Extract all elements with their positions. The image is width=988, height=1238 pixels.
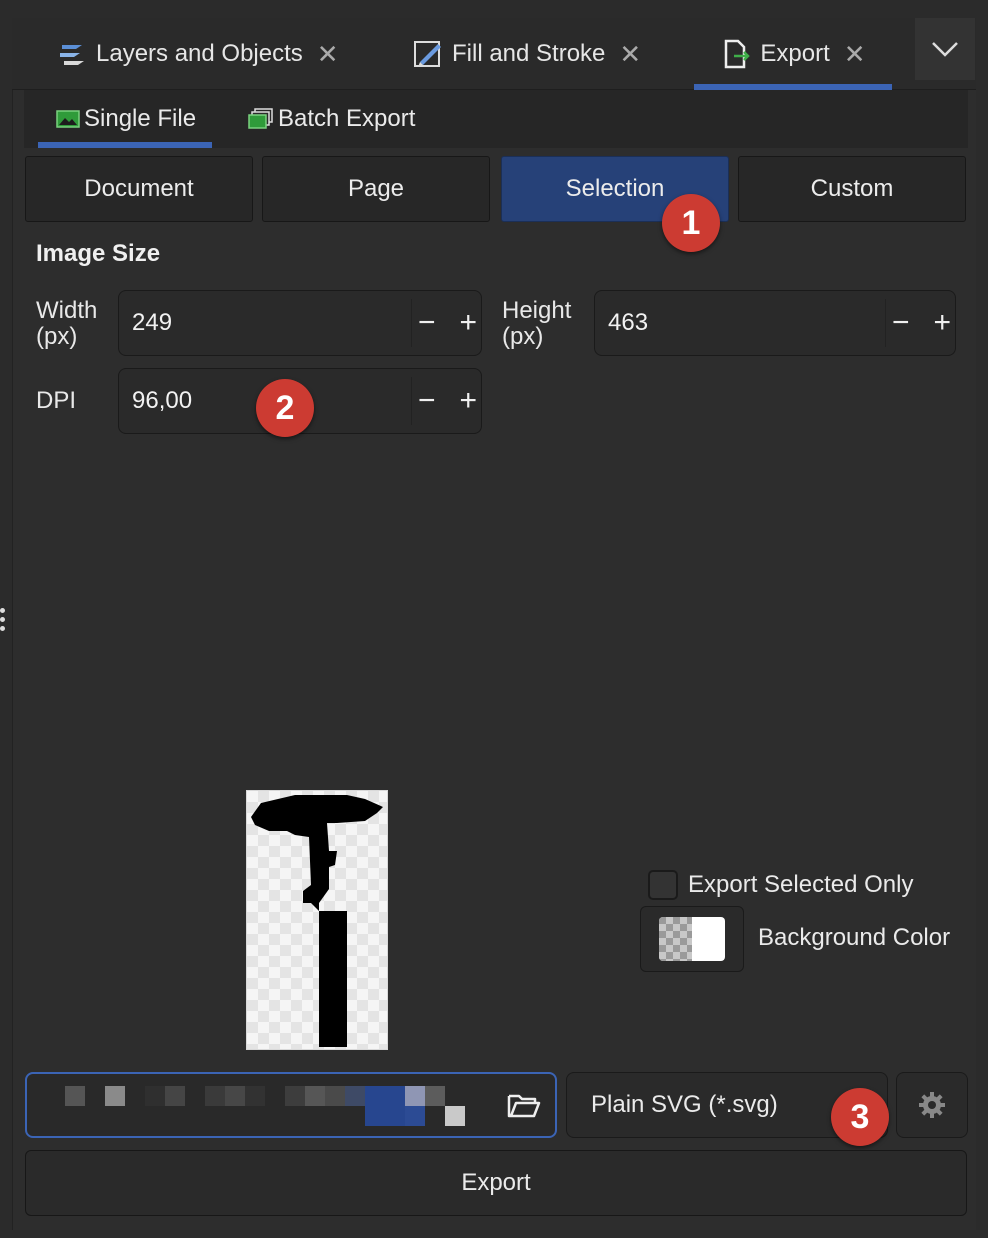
format-settings-button[interactable] — [896, 1072, 968, 1138]
export-selected-only-option[interactable]: Export Selected Only — [648, 870, 913, 900]
dpi-value: 96,00 — [132, 387, 193, 414]
close-icon[interactable]: ✕ — [317, 39, 339, 70]
folder-open-icon[interactable] — [507, 1090, 541, 1120]
tab-export[interactable]: Export ✕ — [694, 18, 892, 90]
minus-icon[interactable]: − — [892, 308, 910, 338]
batch-export-icon — [248, 108, 273, 129]
callout-badge-1: 1 — [662, 194, 720, 252]
tab-label: Layers and Objects — [96, 40, 303, 67]
callout-badge-3: 3 — [831, 1088, 889, 1146]
mode-document-button[interactable]: Document — [25, 156, 253, 222]
subtab-label: Batch Export — [278, 105, 416, 132]
layers-icon — [56, 38, 88, 70]
mode-page-button[interactable]: Page — [262, 156, 490, 222]
width-stepper: − + — [411, 299, 477, 347]
export-selected-only-label: Export Selected Only — [688, 871, 914, 898]
export-icon — [720, 38, 752, 70]
dpi-stepper: − + — [411, 377, 477, 425]
tab-label: Fill and Stroke — [452, 40, 606, 67]
plus-icon[interactable]: + — [459, 386, 477, 416]
chevron-down-icon — [932, 42, 958, 57]
export-selected-only-checkbox[interactable] — [648, 870, 678, 900]
subtab-batch-export[interactable]: Batch Export — [248, 90, 415, 148]
tab-layers-and-objects[interactable]: Layers and Objects ✕ — [56, 18, 339, 90]
background-color-label: Background Color — [758, 924, 951, 951]
close-icon[interactable]: ✕ — [619, 39, 641, 70]
background-color-button[interactable] — [640, 906, 744, 972]
minus-icon[interactable]: − — [418, 308, 436, 338]
height-value: 463 — [608, 309, 649, 336]
background-color-swatch — [659, 917, 725, 961]
height-field[interactable]: 463 − + — [594, 290, 956, 356]
export-preview — [246, 790, 388, 1050]
subtab-label: Single File — [84, 105, 197, 132]
tab-overflow-button[interactable] — [915, 18, 975, 80]
callout-badge-2: 2 — [256, 379, 314, 437]
close-icon[interactable]: ✕ — [844, 39, 866, 70]
tab-label: Export — [760, 40, 830, 67]
width-field[interactable]: 249 − + — [118, 290, 482, 356]
export-button[interactable]: Export — [25, 1150, 967, 1216]
dpi-label: DPI — [36, 387, 77, 414]
export-filename-field[interactable] — [25, 1072, 557, 1138]
plus-icon[interactable]: + — [459, 308, 477, 338]
image-size-heading: Image Size — [36, 240, 161, 267]
tab-fill-and-stroke[interactable]: Fill and Stroke ✕ — [412, 18, 641, 90]
dock-resize-handle[interactable] — [0, 608, 6, 636]
export-mode-tabs: Single File Batch Export — [24, 90, 968, 148]
mode-custom-button[interactable]: Custom — [738, 156, 966, 222]
height-label: Height (px) — [502, 297, 572, 350]
width-value: 249 — [132, 309, 173, 336]
image-icon — [56, 110, 80, 128]
dock-tab-bar: Layers and Objects ✕ Fill and Stroke ✕ E… — [12, 18, 976, 90]
fill-stroke-icon — [412, 38, 444, 70]
plus-icon[interactable]: + — [933, 308, 951, 338]
width-label: Width (px) — [36, 297, 98, 350]
caliper-silhouette — [251, 795, 383, 1047]
height-stepper: − + — [885, 299, 951, 347]
subtab-single-file[interactable]: Single File — [37, 90, 213, 148]
gear-icon — [919, 1092, 945, 1118]
minus-icon[interactable]: − — [418, 386, 436, 416]
